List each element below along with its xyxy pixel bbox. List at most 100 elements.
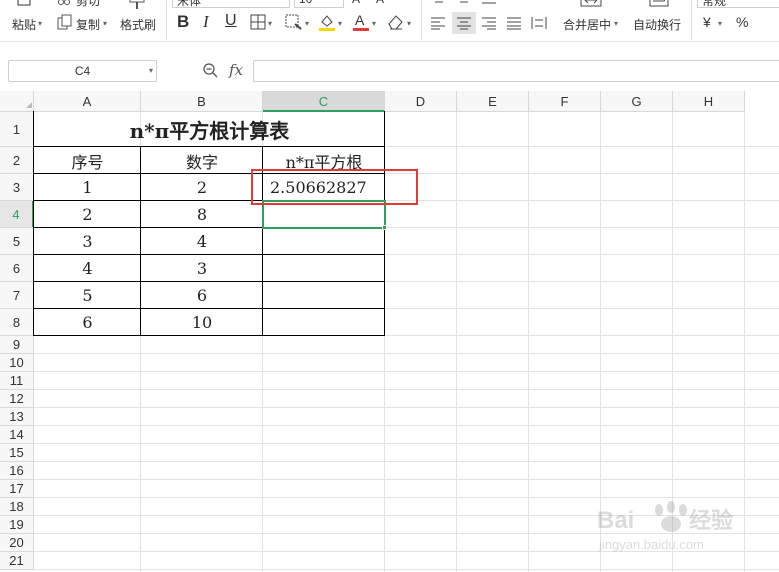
- align-bottom-icon[interactable]: [480, 0, 498, 4]
- row-header-13[interactable]: 13: [0, 408, 34, 426]
- row-header-5[interactable]: 5: [0, 228, 34, 255]
- merge-center-button[interactable]: 合并居中: [563, 16, 611, 33]
- number-format-select[interactable]: 常规: [697, 0, 779, 8]
- row-header-6[interactable]: 6: [0, 255, 34, 282]
- currency-format-button[interactable]: ¥: [703, 14, 711, 30]
- table-cell[interactable]: 8: [141, 201, 263, 228]
- copy-button[interactable]: 复制: [76, 16, 100, 33]
- table-header-cell[interactable]: 数字: [141, 147, 263, 174]
- table-cell[interactable]: 10: [141, 309, 263, 336]
- column-header-g[interactable]: G: [601, 91, 673, 112]
- name-box-dropdown-icon[interactable]: ▾: [149, 61, 153, 81]
- clear-format-icon[interactable]: [386, 14, 404, 30]
- table-cell[interactable]: 4: [34, 255, 141, 282]
- bold-icon[interactable]: B: [177, 12, 189, 32]
- align-middle-icon[interactable]: [455, 0, 473, 4]
- italic-icon[interactable]: I: [203, 12, 209, 32]
- align-left-icon[interactable]: [428, 14, 448, 32]
- copy-dropdown[interactable]: ▾: [103, 19, 107, 28]
- row-header-16[interactable]: 16: [0, 462, 34, 480]
- column-header-h[interactable]: H: [673, 91, 745, 112]
- underline-icon[interactable]: U: [225, 12, 237, 30]
- row-header-21[interactable]: 21: [0, 552, 34, 570]
- row-header-17[interactable]: 17: [0, 480, 34, 498]
- fill-color-icon[interactable]: [318, 13, 336, 31]
- paste-dropdown[interactable]: ▾: [38, 19, 42, 28]
- gridline-h: [34, 443, 779, 444]
- font-color-icon[interactable]: A: [352, 12, 370, 32]
- column-header-e[interactable]: E: [457, 91, 529, 112]
- table-cell[interactable]: 5: [34, 282, 141, 309]
- row-header-2[interactable]: 2: [0, 147, 34, 174]
- table-cell[interactable]: 2: [141, 174, 263, 201]
- table-header-cell[interactable]: 序号: [34, 147, 141, 174]
- row-header-19[interactable]: 19: [0, 516, 34, 534]
- percent-format-button[interactable]: %: [736, 14, 748, 30]
- row-header-14[interactable]: 14: [0, 426, 34, 444]
- justify-icon[interactable]: [504, 14, 524, 32]
- cut-button[interactable]: 剪切: [76, 0, 100, 9]
- align-top-icon[interactable]: [430, 0, 448, 4]
- table-cell[interactable]: 3: [34, 228, 141, 255]
- currency-dropdown[interactable]: ▾: [718, 19, 722, 28]
- paste-icon[interactable]: [14, 0, 34, 6]
- align-right-icon[interactable]: [479, 14, 499, 32]
- table-cell[interactable]: 3: [141, 255, 263, 282]
- table-cell[interactable]: 6: [34, 309, 141, 336]
- clear-format-dropdown[interactable]: ▾: [407, 19, 411, 28]
- table-cell[interactable]: [263, 255, 385, 282]
- border-icon[interactable]: [250, 14, 266, 30]
- decrease-font-icon[interactable]: A⁻: [376, 0, 390, 6]
- increase-font-icon[interactable]: A⁺: [352, 0, 366, 6]
- column-header-c[interactable]: C: [263, 91, 385, 112]
- table-cell[interactable]: [263, 228, 385, 255]
- table-cell[interactable]: 4: [141, 228, 263, 255]
- cell-style-dropdown[interactable]: ▾: [305, 19, 309, 28]
- table-cell[interactable]: [263, 309, 385, 336]
- table-cell[interactable]: [263, 282, 385, 309]
- border-dropdown[interactable]: ▾: [268, 19, 272, 28]
- format-painter-icon[interactable]: [128, 0, 146, 10]
- fill-handle[interactable]: [382, 225, 387, 230]
- row-header-3[interactable]: 3: [0, 174, 34, 201]
- formula-input[interactable]: [253, 60, 779, 82]
- column-header-b[interactable]: B: [141, 91, 263, 112]
- zoom-icon[interactable]: [202, 62, 218, 78]
- table-cell[interactable]: 6: [141, 282, 263, 309]
- row-header-7[interactable]: 7: [0, 282, 34, 309]
- row-header-11[interactable]: 11: [0, 372, 34, 390]
- fx-icon[interactable]: fx: [229, 61, 243, 79]
- row-header-15[interactable]: 15: [0, 444, 34, 462]
- row-header-12[interactable]: 12: [0, 390, 34, 408]
- table-cell[interactable]: 2: [34, 201, 141, 228]
- fill-color-dropdown[interactable]: ▾: [338, 19, 342, 28]
- align-center-icon[interactable]: [452, 12, 476, 34]
- column-header-a[interactable]: A: [34, 91, 141, 112]
- font-name-select[interactable]: 宋体: [172, 0, 290, 8]
- name-box[interactable]: C4 ▾: [8, 60, 157, 82]
- row-header-10[interactable]: 10: [0, 354, 34, 372]
- wrap-text-icon[interactable]: [648, 0, 670, 8]
- row-header-4[interactable]: 4: [0, 201, 34, 228]
- merge-center-icon[interactable]: [580, 0, 602, 8]
- table-cell[interactable]: 1: [34, 174, 141, 201]
- merge-center-dropdown[interactable]: ▾: [614, 19, 618, 28]
- select-all-corner[interactable]: [0, 91, 34, 112]
- row-header-18[interactable]: 18: [0, 498, 34, 516]
- font-size-select[interactable]: 10: [294, 0, 344, 8]
- row-header-1[interactable]: 1: [0, 112, 34, 147]
- format-painter-button[interactable]: 格式刷: [120, 16, 156, 33]
- font-color-dropdown[interactable]: ▾: [372, 19, 376, 28]
- copy-icon[interactable]: [57, 14, 73, 30]
- row-header-8[interactable]: 8: [0, 309, 34, 336]
- row-header-20[interactable]: 20: [0, 534, 34, 552]
- cut-icon[interactable]: [57, 0, 71, 6]
- wrap-text-button[interactable]: 自动换行: [633, 16, 681, 33]
- table-title[interactable]: n*π平方根计算表: [34, 112, 385, 147]
- paste-button[interactable]: 粘贴: [12, 16, 36, 33]
- distributed-align-icon[interactable]: [529, 14, 549, 32]
- column-header-d[interactable]: D: [385, 91, 457, 112]
- cell-style-icon[interactable]: [285, 14, 303, 30]
- column-header-f[interactable]: F: [529, 91, 601, 112]
- row-header-9[interactable]: 9: [0, 336, 34, 354]
